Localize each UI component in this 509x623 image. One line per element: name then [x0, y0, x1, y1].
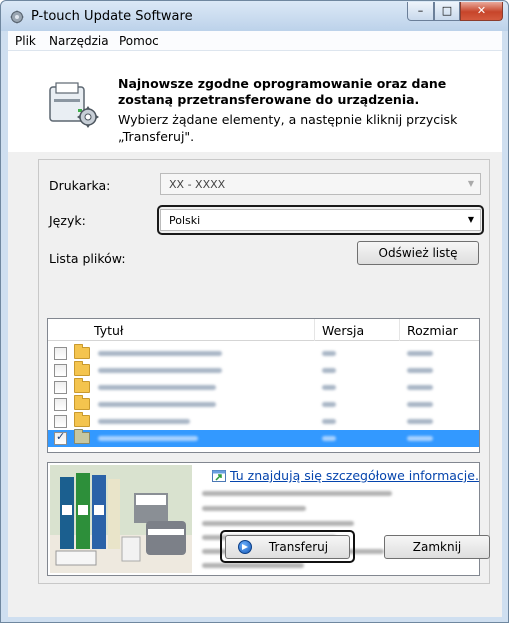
- app-window: P-touch Update Software – □ ✕ Plik Narzę…: [0, 0, 509, 623]
- header-bold-text: Najnowsze zgodne oprogramowanie oraz dan…: [118, 76, 488, 108]
- gear-icon: [10, 10, 24, 24]
- details-link[interactable]: Tu znajdują się szczegółowe informacje.: [230, 468, 479, 483]
- arrow-circle-icon: [238, 540, 252, 554]
- blurred-size: [407, 368, 433, 373]
- file-list[interactable]: Tytuł Wersja Rozmiar: [47, 318, 480, 453]
- blurred-title: [98, 385, 216, 390]
- window-title: P-touch Update Software: [31, 9, 193, 24]
- language-value: Polski: [169, 214, 201, 227]
- folder-icon: [74, 378, 90, 393]
- blurred-version: [322, 368, 336, 373]
- row-checkbox[interactable]: [54, 381, 67, 394]
- blurred-version: [322, 351, 336, 356]
- row-checkbox[interactable]: [54, 398, 67, 411]
- header-line-4: „Transferuj".: [118, 129, 195, 144]
- folder-icon: [74, 361, 90, 376]
- transfer-button[interactable]: Transferuj: [225, 535, 350, 559]
- product-photo: [50, 465, 192, 573]
- blurred-title: [98, 402, 216, 407]
- blurred-size: [407, 351, 433, 356]
- folder-icon: [74, 344, 90, 359]
- table-row[interactable]: [48, 429, 479, 447]
- blurred-size: [407, 436, 433, 441]
- row-checkbox[interactable]: [54, 364, 67, 377]
- column-separator: [399, 319, 400, 341]
- minimize-button[interactable]: –: [407, 2, 434, 21]
- transfer-button-label: Transferuj: [268, 540, 329, 554]
- chevron-down-icon: ▼: [467, 215, 474, 224]
- blurred-size: [407, 402, 433, 407]
- blurred-title: [98, 368, 222, 373]
- info-window-icon: [212, 470, 226, 482]
- blurred-description: [202, 506, 306, 511]
- blurred-version: [322, 402, 336, 407]
- row-checkbox[interactable]: [54, 415, 67, 428]
- table-row[interactable]: [48, 361, 479, 379]
- menu-pomoc[interactable]: Pomoc: [119, 34, 159, 48]
- printer-label: Drukarka:: [49, 178, 111, 193]
- close-icon: ✕: [476, 4, 487, 17]
- blurred-version: [322, 385, 336, 390]
- printer-select: XX - XXXX ▼: [160, 173, 481, 195]
- table-row[interactable]: [48, 378, 479, 396]
- menu-plik[interactable]: Plik: [15, 34, 36, 48]
- menu-narzedzia[interactable]: Narzędzia: [49, 34, 109, 48]
- printer-settings-icon: [49, 82, 99, 128]
- column-separator: [314, 319, 315, 341]
- blurred-description: [202, 491, 392, 496]
- row-checkbox[interactable]: [54, 430, 67, 445]
- header-instructions: Wybierz żądane elementy, a następnie kli…: [118, 111, 488, 145]
- table-row[interactable]: [48, 344, 479, 362]
- language-select[interactable]: Polski ▼: [160, 209, 481, 231]
- table-row[interactable]: [48, 412, 479, 430]
- column-version[interactable]: Wersja: [322, 323, 364, 338]
- blurred-size: [407, 385, 433, 390]
- language-label: Język:: [49, 213, 86, 228]
- blurred-description: [202, 521, 354, 526]
- table-row[interactable]: [48, 395, 479, 413]
- file-list-label: Lista plików:: [49, 251, 126, 266]
- header-line-3: Wybierz żądane elementy, a następnie kli…: [118, 112, 458, 127]
- blurred-version: [322, 436, 336, 441]
- header-bold-line-2: zostaną przetransferowane do urządzenia.: [118, 92, 420, 107]
- blurred-description: [202, 563, 304, 568]
- blurred-size: [407, 419, 433, 424]
- blurred-title: [98, 436, 198, 441]
- refresh-list-button[interactable]: Odśwież listę: [357, 241, 479, 265]
- dialog-body: Najnowsze zgodne oprogramowanie oraz dan…: [8, 51, 502, 617]
- folder-icon: [74, 429, 90, 444]
- column-size[interactable]: Rozmiar: [407, 323, 458, 338]
- maximize-button[interactable]: □: [434, 2, 460, 21]
- row-checkbox[interactable]: [54, 347, 67, 360]
- folder-icon: [74, 395, 90, 410]
- blurred-version: [322, 419, 336, 424]
- file-list-header: Tytuł Wersja Rozmiar: [48, 319, 479, 341]
- close-button[interactable]: Zamknij: [384, 535, 490, 559]
- maximize-icon: □: [441, 4, 453, 17]
- minimize-icon: –: [417, 4, 424, 17]
- blurred-title: [98, 419, 190, 424]
- close-window-button[interactable]: ✕: [460, 2, 503, 21]
- header-bold-line-1: Najnowsze zgodne oprogramowanie oraz dan…: [118, 76, 447, 91]
- printer-value: XX - XXXX: [169, 178, 226, 191]
- header-panel: Najnowsze zgodne oprogramowanie oraz dan…: [8, 51, 502, 152]
- menu-bar: Plik Narzędzia Pomoc: [8, 31, 502, 51]
- folder-icon: [74, 412, 90, 427]
- blurred-title: [98, 351, 222, 356]
- chevron-down-icon: ▼: [467, 179, 474, 188]
- settings-group: Drukarka: XX - XXXX ▼ Język: Polski ▼ Li…: [38, 159, 490, 584]
- title-bar[interactable]: P-touch Update Software – □ ✕: [1, 1, 508, 31]
- column-title[interactable]: Tytuł: [94, 323, 123, 338]
